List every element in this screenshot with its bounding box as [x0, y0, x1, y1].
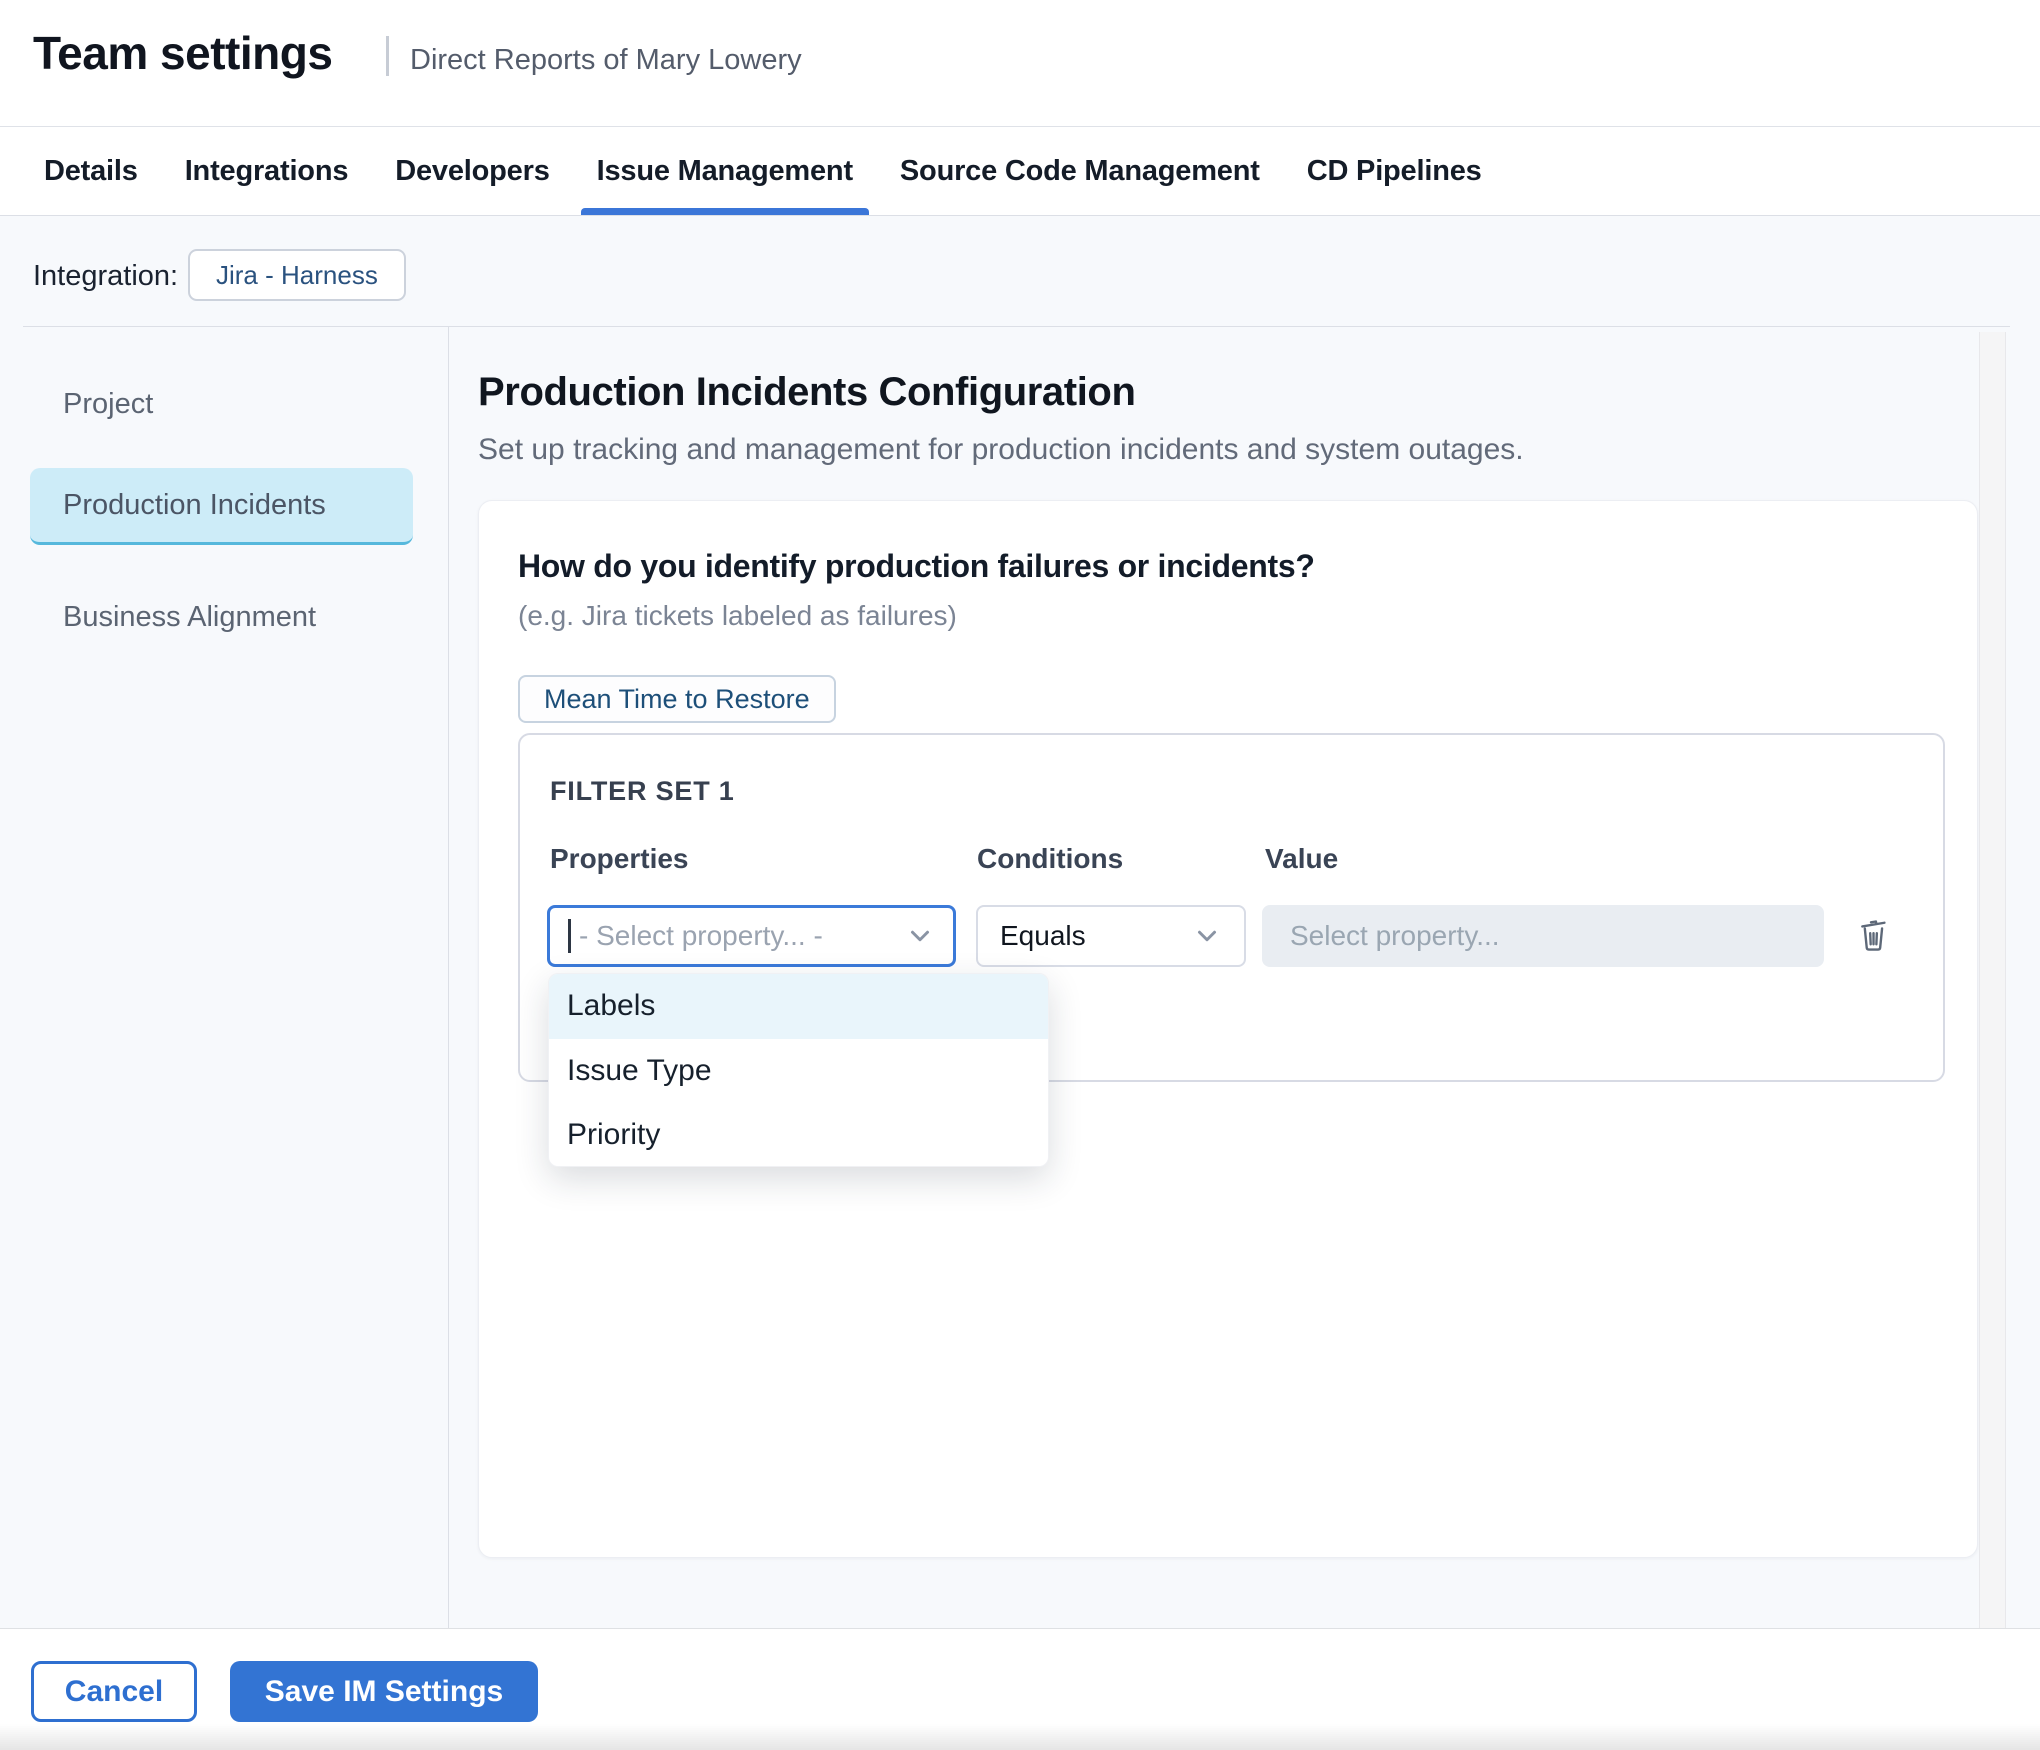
- value-column-label: Value: [1265, 843, 1338, 875]
- section-title: Production Incidents Configuration: [478, 370, 1135, 415]
- page-title: Team settings: [33, 26, 332, 80]
- value-input[interactable]: Select property...: [1262, 905, 1824, 967]
- dropdown-option-labels[interactable]: Labels: [549, 974, 1048, 1039]
- condition-select[interactable]: Equals: [976, 905, 1246, 967]
- sidebar-item-business-alignment[interactable]: Business Alignment: [63, 601, 316, 634]
- filter-set-title: FILTER SET 1: [550, 776, 735, 807]
- property-select[interactable]: - Select property... -: [547, 905, 956, 967]
- title-separator: [386, 36, 389, 76]
- tab-cd-pipelines[interactable]: CD Pipelines: [1307, 128, 1482, 215]
- property-select-placeholder: - Select property... -: [579, 920, 823, 952]
- tab-developers[interactable]: Developers: [395, 128, 549, 215]
- tab-issue-management[interactable]: Issue Management: [597, 128, 853, 215]
- value-input-placeholder: Select property...: [1290, 920, 1500, 952]
- chevron-down-icon: [1192, 921, 1222, 951]
- integration-chip[interactable]: Jira - Harness: [188, 249, 406, 301]
- property-dropdown-menu: Labels Issue Type Priority: [548, 973, 1049, 1167]
- tab-bar: Details Integrations Developers Issue Ma…: [0, 128, 2040, 216]
- content-top-divider: [23, 326, 2010, 327]
- tab-integrations[interactable]: Integrations: [185, 128, 349, 215]
- dropdown-option-issue-type[interactable]: Issue Type: [549, 1039, 1048, 1104]
- integration-label: Integration:: [33, 260, 178, 293]
- sidebar-divider: [448, 327, 449, 1628]
- save-im-settings-button[interactable]: Save IM Settings: [230, 1661, 538, 1722]
- cancel-button[interactable]: Cancel: [31, 1661, 197, 1722]
- delete-filter-button[interactable]: [1852, 908, 1896, 960]
- conditions-column-label: Conditions: [977, 843, 1123, 875]
- question-hint: (e.g. Jira tickets labeled as failures): [518, 600, 957, 632]
- page-subtitle: Direct Reports of Mary Lowery: [410, 44, 802, 77]
- section-subtitle: Set up tracking and management for produ…: [478, 433, 1524, 467]
- condition-select-value: Equals: [1000, 920, 1086, 952]
- scrollbar-track[interactable]: [1979, 332, 2006, 1628]
- tab-details[interactable]: Details: [44, 128, 138, 215]
- page-header: Team settings Direct Reports of Mary Low…: [0, 0, 2040, 127]
- mean-time-to-restore-chip[interactable]: Mean Time to Restore: [518, 675, 836, 723]
- question-heading: How do you identify production failures …: [518, 548, 1315, 585]
- chevron-down-icon: [905, 921, 935, 951]
- tab-source-code-management[interactable]: Source Code Management: [900, 128, 1260, 215]
- sidebar-item-project[interactable]: Project: [63, 388, 153, 421]
- properties-column-label: Properties: [550, 843, 689, 875]
- dropdown-option-priority[interactable]: Priority: [549, 1103, 1048, 1167]
- sidebar-item-production-incidents[interactable]: Production Incidents: [30, 468, 413, 545]
- trash-icon: [1855, 913, 1893, 955]
- text-cursor: [568, 919, 571, 953]
